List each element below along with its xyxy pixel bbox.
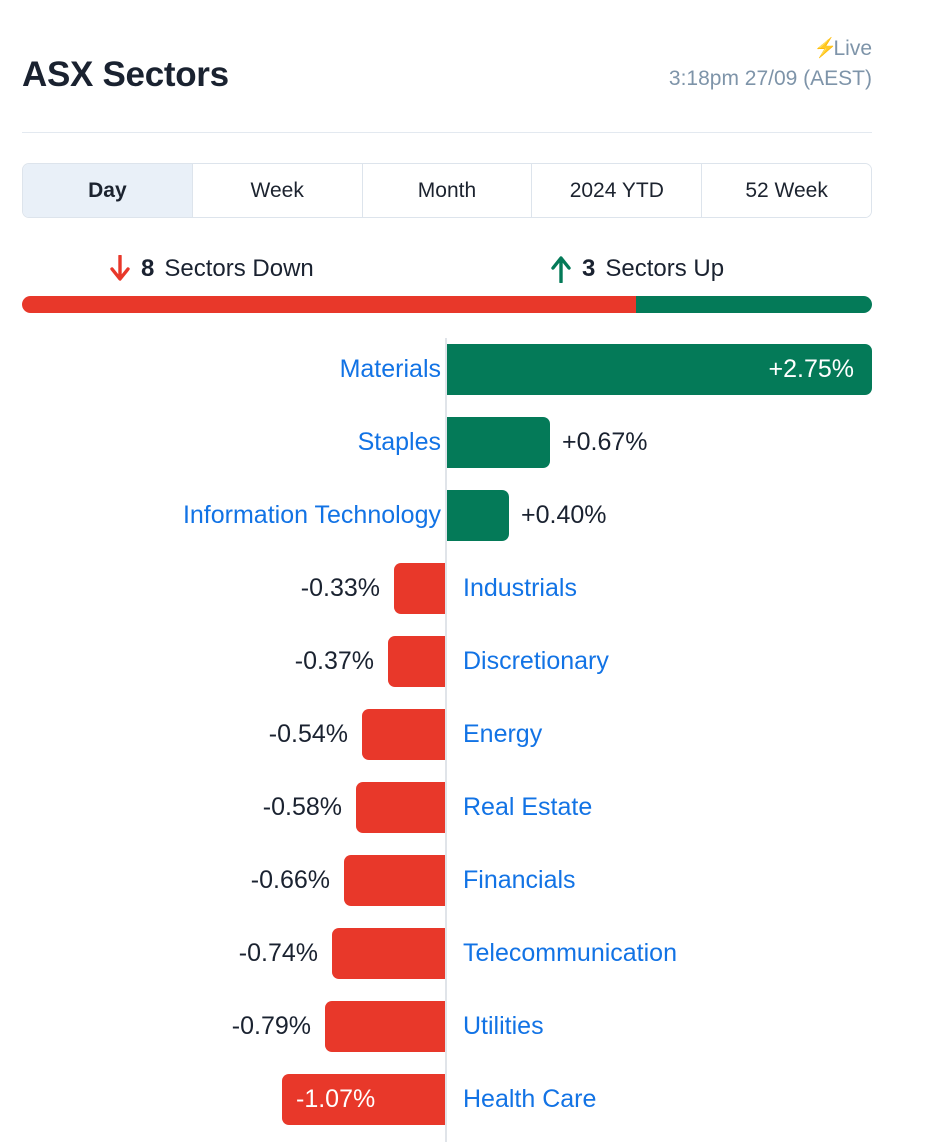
bar-staples[interactable] <box>447 417 550 468</box>
sectors-down-label: Sectors Down <box>164 255 314 282</box>
value-label: +0.40% <box>521 501 607 529</box>
value-label: +0.67% <box>562 428 648 456</box>
sectors-up-summary: 3 Sectors Up <box>550 248 724 290</box>
chart-row: Staples +0.67% <box>0 417 938 468</box>
sectors-up-count: 3 <box>582 255 596 282</box>
chart-row: Telecommunication -0.74% <box>0 928 938 979</box>
chart-row: Discretionary -0.37% <box>0 636 938 687</box>
sector-label-industrials[interactable]: Industrials <box>463 563 577 614</box>
page-title: ASX Sectors <box>22 55 229 94</box>
live-status-row: ⚡ Live <box>669 36 872 62</box>
value-label: -0.58% <box>262 793 342 821</box>
chart-row: Information Technology +0.40% <box>0 490 938 541</box>
sector-performance-chart: Materials +2.75% Staples +0.67% Information … <box>0 338 938 1142</box>
sentiment-split-bar <box>22 296 872 313</box>
bar-real-estate[interactable] <box>356 782 445 833</box>
split-bar-down-segment <box>22 296 636 313</box>
tab-label: Week <box>250 178 304 202</box>
lightning-bolt-icon: ⚡ <box>813 38 838 59</box>
sector-label-staples[interactable]: Staples <box>358 417 441 468</box>
bar-energy[interactable] <box>362 709 445 760</box>
tab-label: Day <box>88 178 127 202</box>
bar-discretionary[interactable] <box>388 636 445 687</box>
chart-row: Real Estate -0.58% <box>0 782 938 833</box>
timestamp: 3:18pm 27/09 (AEST) <box>668 67 872 90</box>
value-label: -0.66% <box>250 866 330 894</box>
bar-industrials[interactable] <box>394 563 445 614</box>
arrow-up-icon <box>550 255 572 283</box>
bar-telecommunication[interactable] <box>332 928 445 979</box>
sector-label-real-estate[interactable]: Real Estate <box>463 782 592 833</box>
sector-label-utilities[interactable]: Utilities <box>463 1001 544 1052</box>
tab-label: Month <box>417 178 477 202</box>
sectors-down-count: 8 <box>141 255 155 282</box>
value-label: -0.79% <box>231 1012 311 1040</box>
tab-52-week[interactable]: 52 Week <box>702 164 871 217</box>
chart-row: Health Care -1.07% <box>0 1074 938 1125</box>
sector-summary: 8 Sectors Down 3 Sectors Up <box>22 248 872 290</box>
arrow-down-icon <box>109 255 131 283</box>
sector-label-energy[interactable]: Energy <box>463 709 542 760</box>
value-label: -0.54% <box>268 720 348 748</box>
sector-label-health-care[interactable]: Health Care <box>463 1074 596 1125</box>
tab-day[interactable]: Day <box>23 164 193 217</box>
header-divider <box>22 132 872 133</box>
value-label: -0.37% <box>294 647 374 675</box>
tab-2024-ytd[interactable]: 2024 YTD <box>532 164 703 217</box>
tab-label: 2024 YTD <box>569 178 664 202</box>
sector-label-telecommunication[interactable]: Telecommunication <box>463 928 677 979</box>
chart-row: Utilities -0.79% <box>0 1001 938 1052</box>
header: ASX Sectors ⚡ Live 3:18pm 27/09 (AEST) <box>22 36 872 122</box>
chart-row: Industrials -0.33% <box>0 563 938 614</box>
bar-utilities[interactable] <box>325 1001 445 1052</box>
sectors-up-label: Sectors Up <box>605 255 725 282</box>
sector-label-discretionary[interactable]: Discretionary <box>463 636 609 687</box>
sectors-down-summary: 8 Sectors Down <box>109 248 314 290</box>
chart-row: Energy -0.54% <box>0 709 938 760</box>
value-label: -1.07% <box>296 1085 376 1113</box>
tab-week[interactable]: Week <box>192 164 363 217</box>
value-label: -0.33% <box>300 574 380 602</box>
tab-month[interactable]: Month <box>362 164 533 217</box>
chart-row: Financials -0.66% <box>0 855 938 906</box>
live-status-block: ⚡ Live 3:18pm 27/09 (AEST) <box>669 36 872 92</box>
asx-sectors-widget: ASX Sectors ⚡ Live 3:18pm 27/09 (AEST) D… <box>0 0 938 1142</box>
live-label: Live <box>833 37 872 60</box>
timeframe-tabs: Day Week Month 2024 YTD 52 Week <box>22 163 872 218</box>
bar-financials[interactable] <box>344 855 445 906</box>
split-bar-up-segment <box>635 296 872 313</box>
value-label: +2.75% <box>768 355 855 383</box>
value-label: -0.74% <box>238 939 318 967</box>
bar-information-technology[interactable] <box>447 490 509 541</box>
sector-label-information-technology[interactable]: Information Technology <box>183 490 441 541</box>
sector-label-materials[interactable]: Materials <box>340 344 441 395</box>
tab-label: 52 Week <box>745 178 828 202</box>
sector-label-financials[interactable]: Financials <box>463 855 576 906</box>
chart-row: Materials +2.75% <box>0 344 938 395</box>
